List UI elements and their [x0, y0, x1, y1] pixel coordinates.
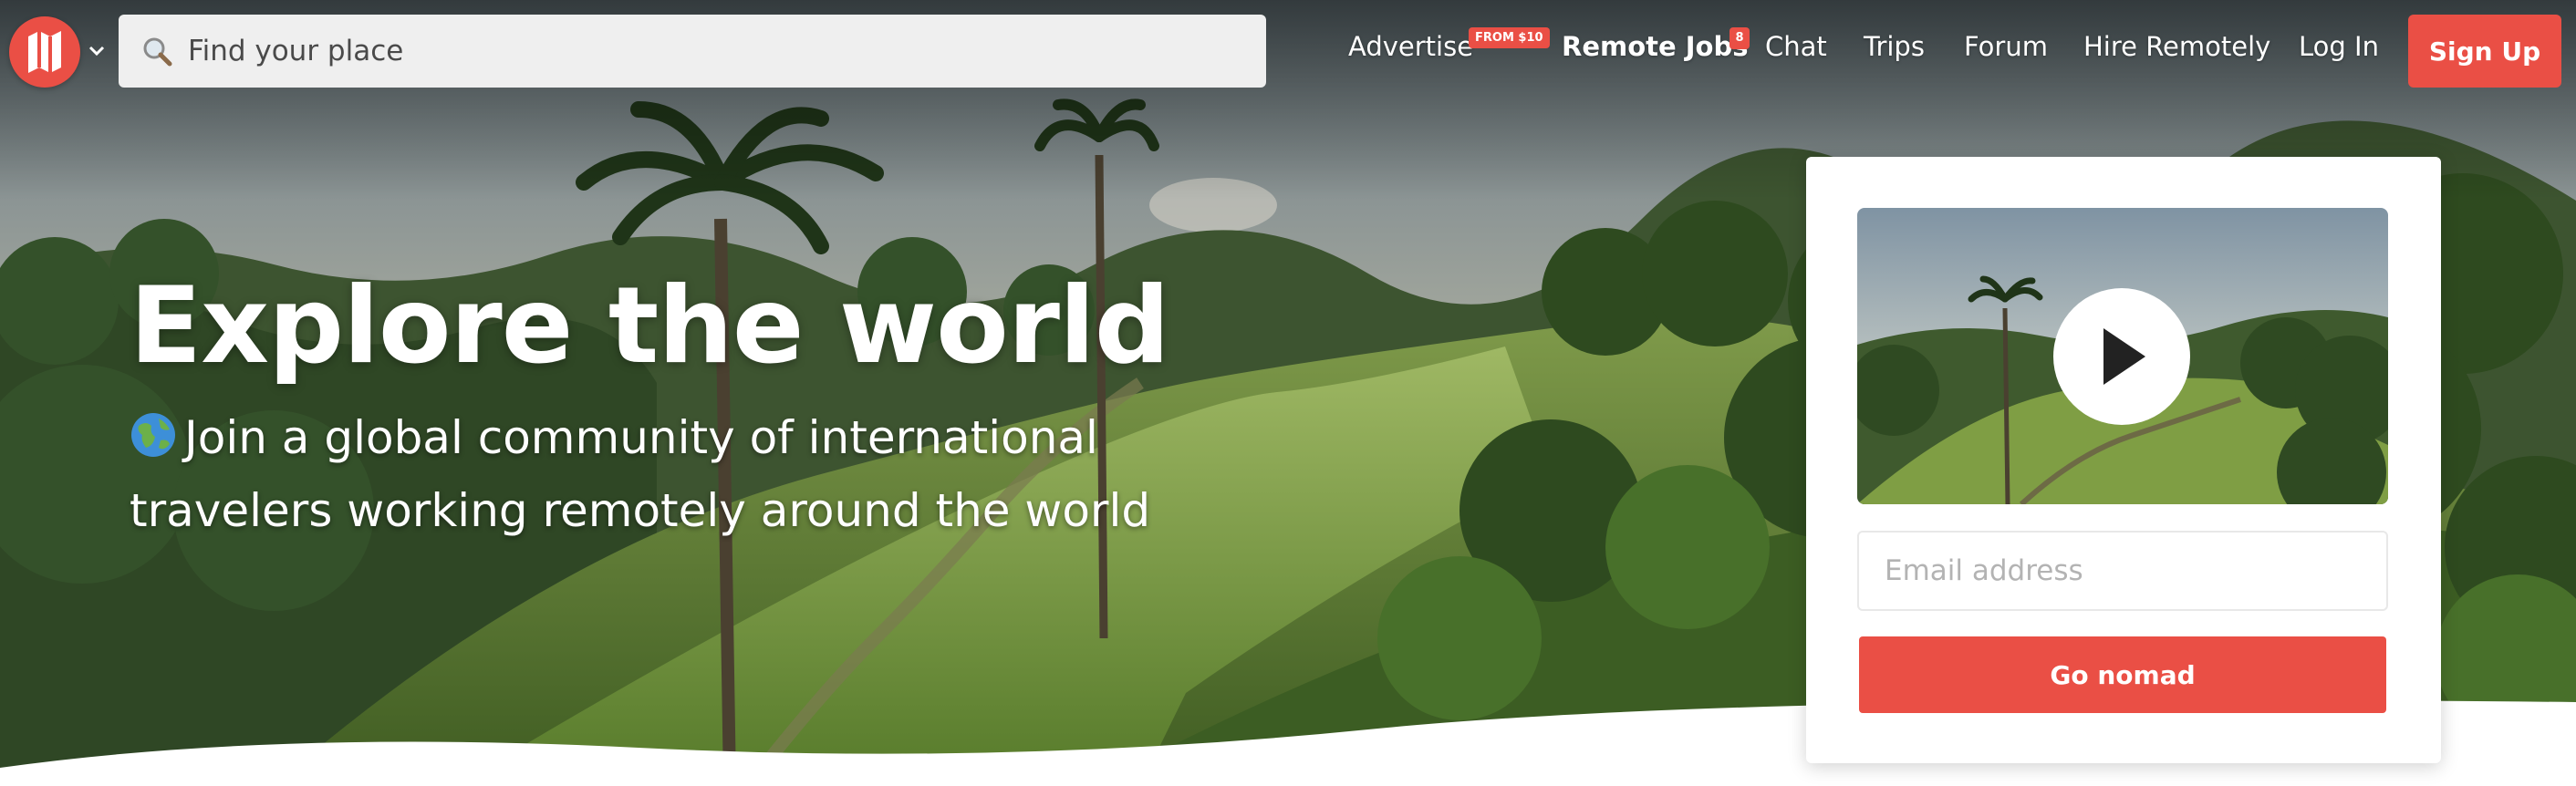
nav-remote-jobs-link[interactable]: Remote Jobs [1562, 31, 1749, 62]
hero-title: Explore the world [130, 264, 1170, 388]
nav-advertise-link[interactable]: Advertise [1348, 31, 1473, 62]
nav-forum-link[interactable]: Forum [1964, 31, 2048, 62]
nomad-map-icon[interactable] [9, 16, 80, 88]
magnifier-icon [139, 33, 175, 69]
hero-subtitle: Join a global community of international… [130, 401, 1315, 547]
nav-chat-link[interactable]: Chat [1765, 31, 1827, 62]
sign-up-button[interactable]: Sign Up [2408, 15, 2561, 88]
nav-hire-remotely-link[interactable]: Hire Remotely [2083, 31, 2270, 62]
chevron-down-icon[interactable] [88, 42, 106, 60]
hero-subtitle-text: Join a global community of international… [130, 411, 1151, 537]
play-icon[interactable] [2053, 288, 2190, 425]
signup-card: Go nomad [1806, 157, 2441, 763]
email-input[interactable] [1857, 531, 2388, 611]
search-input[interactable] [188, 15, 1266, 88]
nav-trips-link[interactable]: Trips [1864, 31, 1925, 62]
top-navigation-bar: Advertise FROM $10 Remote Jobs 8 Chat Tr… [0, 0, 2576, 102]
nav-log-in-link[interactable]: Log In [2299, 31, 2379, 62]
globe-icon [130, 407, 177, 457]
remote-jobs-count-badge: 8 [1729, 27, 1750, 49]
advertise-price-badge: FROM $10 [1469, 27, 1550, 48]
search-bar[interactable] [119, 15, 1266, 88]
go-nomad-button[interactable]: Go nomad [1859, 636, 2386, 713]
intro-video-thumbnail[interactable] [1857, 208, 2388, 504]
